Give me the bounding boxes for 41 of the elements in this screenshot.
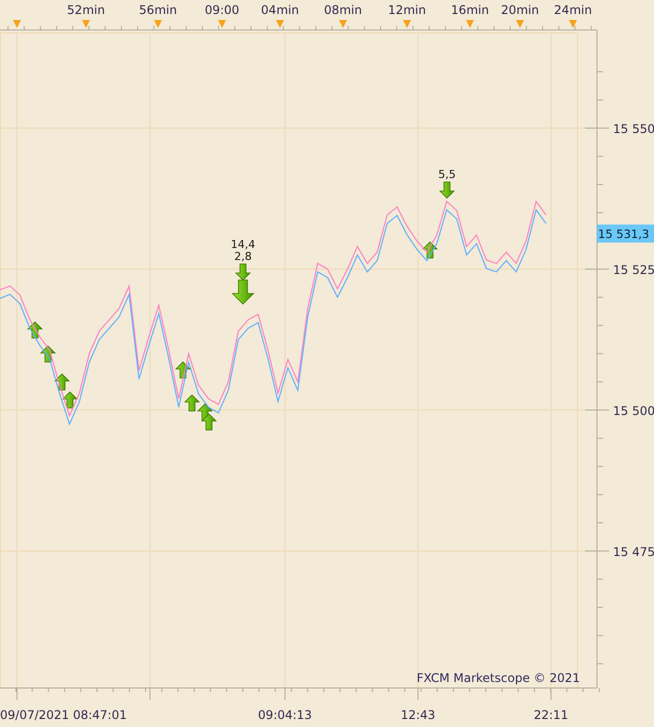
signal-label: 5,5	[438, 168, 456, 181]
y-axis-label: 15 475	[613, 544, 654, 559]
time-axis-label: 08min	[324, 3, 362, 17]
marker-triangle-icon	[403, 20, 411, 28]
copyright-text: FXCM Marketscope © 2021	[416, 671, 580, 685]
marker-triangle-icon	[466, 20, 474, 28]
buy-arrow-icon	[201, 413, 217, 430]
time-axis-label: 09:00	[204, 3, 240, 17]
marker-triangle-icon	[82, 20, 90, 28]
price-tag: 15 531,3	[597, 224, 654, 243]
time-axis-label: 56min	[139, 3, 177, 17]
marker-triangle-icon	[276, 20, 284, 28]
marker-triangle-icon	[13, 20, 21, 28]
marker-triangle-icon	[516, 20, 524, 28]
buy-arrow-icon	[62, 391, 78, 408]
buy-arrow-icon	[40, 345, 56, 362]
buy-arrow-icon	[175, 361, 191, 378]
marker-triangle-icon	[218, 20, 226, 28]
buy-arrow-icon	[27, 321, 43, 338]
time-axis-label: 24min	[554, 3, 592, 17]
y-axis-label: 15 500	[613, 404, 654, 418]
signal-label: 2,8	[234, 250, 252, 263]
sell-arrow-icon	[439, 182, 455, 199]
date-axis-label: 09/07/2021 08:47:01	[0, 708, 127, 722]
time-axis-label: 04min	[261, 3, 299, 17]
time-axis-label: 52min	[67, 3, 105, 17]
buy-arrow-icon	[184, 394, 200, 412]
marker-triangle-icon	[569, 20, 577, 28]
time-axis-label: 20min	[501, 3, 539, 17]
buy-arrow-icon	[54, 373, 70, 390]
y-axis-label: 15 550	[613, 122, 654, 136]
time-axis-label: 12min	[388, 3, 426, 17]
date-axis-label: 09:04:13	[258, 708, 312, 722]
time-axis-label: 16min	[451, 3, 489, 17]
date-axis-label: 22:11	[534, 708, 568, 722]
signal-label: 14,4	[230, 238, 256, 251]
buy-arrow-icon	[422, 241, 438, 258]
date-axis-label: 12:43	[400, 708, 436, 722]
marker-triangle-icon	[339, 20, 347, 28]
y-axis-label: 15 525	[613, 263, 654, 278]
marker-triangle-icon	[154, 20, 162, 28]
